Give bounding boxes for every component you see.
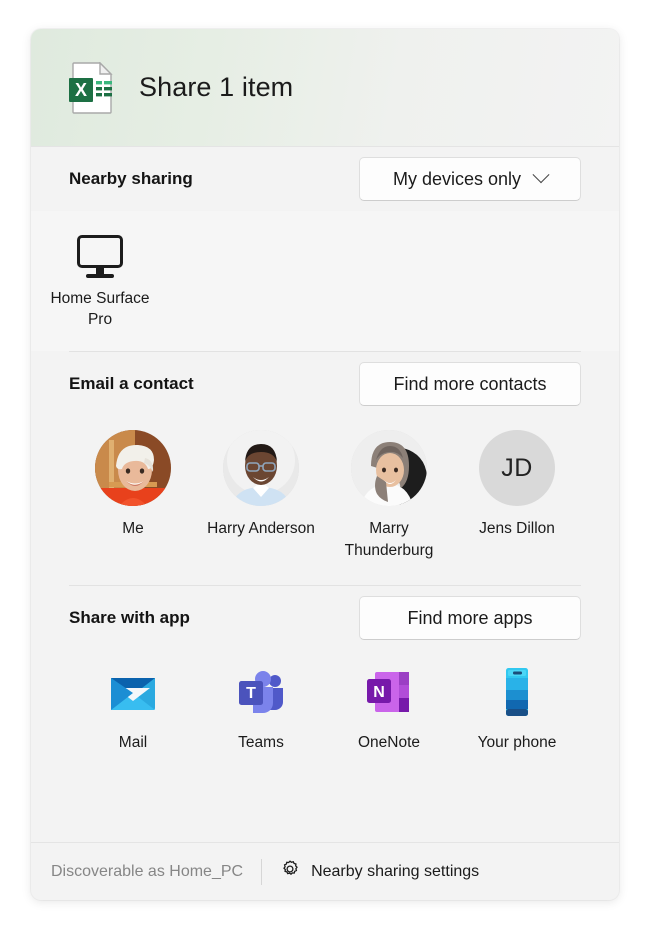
onenote-icon: N [361,664,417,720]
monitor-icon [77,235,123,279]
avatar [223,430,299,506]
dialog-header: X Share 1 item [31,29,619,147]
app-item-your-phone[interactable]: Your phone [453,664,581,754]
avatar [351,430,427,506]
share-with-app-section: Share with app Find more apps Mail T Tea… [31,586,619,760]
app-list: Mail T Teams N OneNote Your phone [69,650,581,760]
nearby-sharing-settings-label: Nearby sharing settings [311,862,480,880]
teams-icon: T [233,664,289,720]
mail-icon [105,664,161,720]
nearby-device-list: Home Surface Pro [31,211,619,351]
contact-label: Harry Anderson [207,520,315,537]
app-label: Your phone [477,734,557,752]
svg-text:N: N [373,684,385,701]
share-dialog: X Share 1 item Nearby sharing My devices… [31,29,619,900]
email-contact-head: Email a contact Find more contacts [69,352,581,416]
contact-label: Marry Thunderburg [344,520,434,559]
chevron-down-icon [532,166,550,184]
nearby-sharing-settings-link[interactable]: Nearby sharing settings [262,859,479,884]
svg-text:X: X [75,80,87,100]
email-contact-title: Email a contact [69,374,194,393]
app-label: Mail [118,734,148,752]
nearby-scope-dropdown[interactable]: My devices only [359,157,581,201]
find-more-apps-button[interactable]: Find more apps [359,596,581,641]
app-item-teams[interactable]: T Teams [197,664,325,754]
email-contact-section: Email a contact Find more contacts Me Ha… [31,352,619,567]
nearby-sharing-section: Nearby sharing My devices only [31,147,619,211]
nearby-sharing-head: Nearby sharing My devices only [69,147,581,211]
avatar: JD [479,430,555,506]
contact-item-harry-anderson[interactable]: Harry Anderson [197,430,325,540]
svg-text:T: T [246,685,256,702]
gear-icon [280,859,300,884]
discoverable-status: Discoverable as Home_PC [51,862,244,880]
device-label: Home Surface Pro [50,290,150,328]
nearby-sharing-title: Nearby sharing [69,169,193,188]
app-label: Teams [238,734,284,752]
find-more-contacts-button[interactable]: Find more contacts [359,362,581,406]
device-tile-home-surface-pro[interactable]: Home Surface Pro [31,221,169,331]
contact-list: Me Harry Anderson Marry Thunderburg JD J… [69,416,581,567]
contact-item-jens-dillon[interactable]: JD Jens Dillon [453,430,581,540]
contact-item-marry-thunderburg[interactable]: Marry Thunderburg [325,430,453,561]
contact-label: Jens Dillon [479,520,555,537]
contact-label: Me [122,520,144,537]
find-more-contacts-label: Find more contacts [393,373,547,394]
dialog-title: Share 1 item [139,72,294,102]
app-label: OneNote [357,734,421,752]
dialog-footer: Discoverable as Home_PC Nearby sharing s… [31,842,619,900]
contact-item-me[interactable]: Me [69,430,197,540]
share-with-app-head: Share with app Find more apps [69,586,581,650]
app-item-onenote[interactable]: N OneNote [325,664,453,754]
avatar [95,430,171,506]
phone-icon [489,664,545,720]
app-item-mail[interactable]: Mail [69,664,197,754]
nearby-scope-value: My devices only [392,168,522,189]
find-more-apps-label: Find more apps [407,607,533,628]
avatar-initials: JD [501,453,533,482]
excel-file-icon: X [69,60,115,114]
share-with-app-title: Share with app [69,608,190,628]
